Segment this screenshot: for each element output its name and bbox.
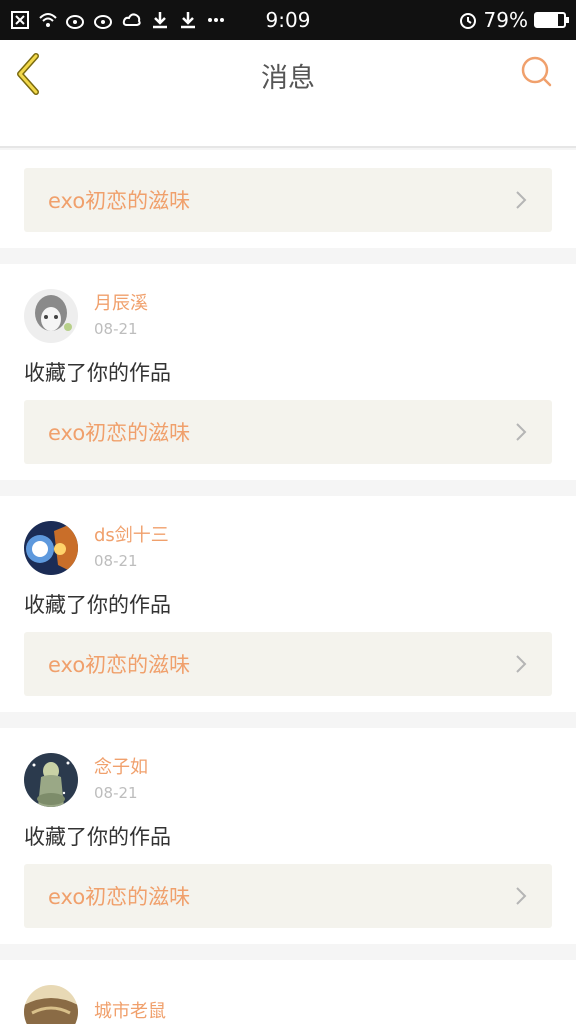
chevron-right-icon — [516, 887, 527, 905]
avatar[interactable] — [24, 985, 78, 1024]
weibo-icon-2 — [94, 10, 114, 30]
message-time: 08-21 — [94, 320, 138, 338]
search-button[interactable] — [520, 55, 554, 89]
message-header: 月辰溪 08-21 — [24, 288, 552, 344]
work-title: exo初恋的滋味 — [48, 189, 191, 213]
cloud-sync-icon — [122, 10, 142, 30]
avatar[interactable] — [24, 521, 78, 575]
work-title: exo初恋的滋味 — [48, 885, 191, 909]
message-time: 08-21 — [94, 552, 138, 570]
battery-icon — [534, 12, 569, 28]
message-item: ds剑十三 08-21 收藏了你的作品 exo初恋的滋味 — [0, 496, 576, 712]
message-item: 月辰溪 08-21 收藏了你的作品 exo初恋的滋味 — [0, 264, 576, 480]
status-right: 79% — [458, 8, 576, 32]
weibo-icon — [66, 10, 86, 30]
search-icon — [521, 56, 552, 87]
chevron-right-icon — [516, 423, 527, 441]
chevron-right-icon — [516, 655, 527, 673]
work-card[interactable]: exo初恋的滋味 — [24, 632, 552, 696]
status-icons — [0, 10, 226, 30]
action-text: 收藏了你的作品 — [24, 825, 171, 849]
username[interactable]: 念子如 — [94, 757, 148, 779]
username[interactable]: 月辰溪 — [94, 293, 148, 315]
alarm-icon — [458, 10, 478, 30]
message-time: 08-21 — [94, 784, 138, 802]
message-item: exo初恋的滋味 — [0, 150, 576, 248]
work-title: exo初恋的滋味 — [48, 421, 191, 445]
avatar[interactable] — [24, 289, 78, 343]
more-dots-icon — [206, 10, 226, 30]
chevron-right-icon — [516, 191, 527, 209]
download-icon — [150, 10, 170, 30]
message-item: 念子如 08-21 收藏了你的作品 exo初恋的滋味 — [0, 728, 576, 944]
message-item: 城市老鼠 — [0, 960, 576, 1024]
message-header: ds剑十三 08-21 — [24, 520, 552, 576]
page-title: 消息 — [261, 63, 315, 94]
work-card[interactable]: exo初恋的滋味 — [24, 168, 552, 232]
sim-icon — [10, 10, 30, 30]
work-card[interactable]: exo初恋的滋味 — [24, 864, 552, 928]
message-header: 念子如 08-21 — [24, 752, 552, 808]
avatar[interactable] — [24, 753, 78, 807]
action-text: 收藏了你的作品 — [24, 593, 171, 617]
username[interactable]: ds剑十三 — [94, 525, 169, 547]
work-title: exo初恋的滋味 — [48, 653, 191, 677]
action-text: 收藏了你的作品 — [24, 361, 171, 385]
message-list: exo初恋的滋味 月辰溪 08-21 收藏了你的作品 exo初恋的滋味 ds剑十… — [0, 150, 576, 1024]
username[interactable]: 城市老鼠 — [94, 1001, 166, 1023]
work-card[interactable]: exo初恋的滋味 — [24, 400, 552, 464]
status-bar: 9:09 79% — [0, 0, 576, 40]
battery-percent: 79% — [483, 8, 528, 32]
message-header: 城市老鼠 — [24, 984, 552, 1024]
wifi-icon — [38, 10, 58, 30]
download-icon-2 — [178, 10, 198, 30]
